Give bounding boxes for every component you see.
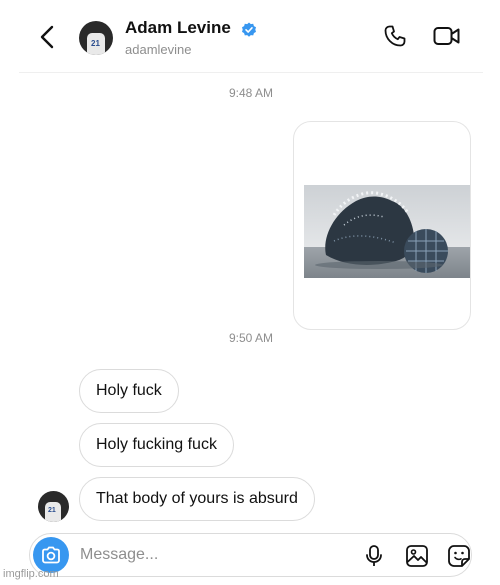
- message-bubble[interactable]: That body of yours is absurd: [79, 477, 315, 521]
- phone-icon[interactable]: [383, 24, 407, 48]
- dm-screen: 21 Adam Levine adamlevine 9:48 AM 9:50 A…: [19, 0, 483, 585]
- video-camera-icon[interactable]: [433, 25, 461, 47]
- timestamp: 9:48 AM: [228, 86, 274, 100]
- message-composer: Message...: [29, 533, 472, 577]
- shared-image[interactable]: [304, 185, 470, 278]
- chat-header: 21 Adam Levine adamlevine: [19, 0, 483, 73]
- sender-avatar[interactable]: 21: [38, 491, 69, 522]
- timestamp: 9:50 AM: [228, 331, 274, 345]
- verified-badge-icon: [242, 22, 256, 37]
- sticker-icon[interactable]: [447, 544, 471, 568]
- camera-icon: [42, 546, 60, 564]
- chevron-left-icon[interactable]: [37, 24, 59, 50]
- contact-username: adamlevine: [125, 42, 192, 57]
- message-bubble[interactable]: Holy fucking fuck: [79, 423, 234, 467]
- watermark: imgflip.com: [3, 568, 59, 580]
- contact-name[interactable]: Adam Levine: [125, 18, 231, 38]
- shared-image-message[interactable]: [293, 121, 471, 330]
- avatar[interactable]: 21: [79, 21, 113, 55]
- jersey-number: 21: [48, 507, 56, 514]
- microphone-icon[interactable]: [364, 544, 384, 568]
- message-bubble[interactable]: Holy fuck: [79, 369, 179, 413]
- jersey-number: 21: [91, 39, 100, 48]
- image-gallery-icon[interactable]: [405, 544, 429, 568]
- message-input[interactable]: Message...: [80, 546, 158, 564]
